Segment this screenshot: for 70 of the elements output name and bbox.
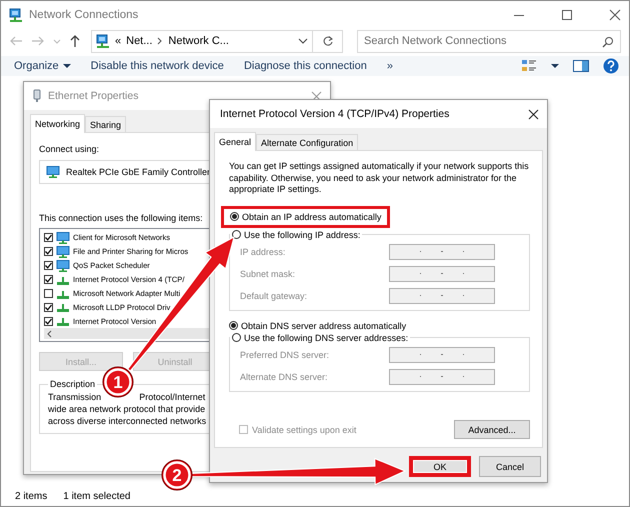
status-text: 2 items <box>15 490 48 502</box>
dialog-title: Internet Protocol Version 4 (TCP/IPv4) Properties <box>220 108 450 120</box>
checkbox[interactable] <box>44 289 53 298</box>
checkbox[interactable] <box>44 261 53 270</box>
adapter-icon <box>32 89 42 103</box>
field-label: Preferred DNS server: <box>240 350 330 360</box>
dropdown-chevron-icon[interactable] <box>298 36 308 46</box>
network-folder-icon <box>96 34 110 48</box>
help-icon[interactable] <box>603 58 619 74</box>
monitor-icon <box>46 166 60 178</box>
toolbar-button[interactable]: Diagnose this connection <box>240 60 370 72</box>
checkbox[interactable] <box>44 247 53 256</box>
field-label: Subnet mask: <box>240 268 296 278</box>
checkbox[interactable] <box>44 275 53 284</box>
caret-icon[interactable] <box>551 63 559 69</box>
protocol-icon <box>56 301 70 314</box>
close-icon[interactable] <box>609 8 621 20</box>
breadcrumb[interactable]: Network C... <box>168 35 229 47</box>
tab[interactable]: Alternate Configuration <box>256 134 358 150</box>
scroll-left-icon[interactable] <box>46 330 52 338</box>
label: Connect using: <box>39 143 100 155</box>
toolbar-button[interactable]: Disable this network device <box>88 60 227 72</box>
overflow-chevron[interactable]: « <box>115 35 122 47</box>
dialog-button[interactable]: OK <box>409 456 471 477</box>
up-arrow-icon[interactable] <box>69 34 81 48</box>
description-text: wide area network protocol that provide <box>48 403 206 415</box>
checkbox-label: Validate settings upon exit <box>252 424 356 434</box>
preview-pane-icon[interactable] <box>573 60 589 72</box>
step-number-marker: 2 <box>162 460 192 490</box>
tab[interactable]: General <box>214 132 256 151</box>
monitor-icon <box>56 232 70 244</box>
status-text: 1 item selected <box>63 490 130 502</box>
more-button[interactable]: » <box>384 60 396 72</box>
checkbox[interactable] <box>44 302 53 312</box>
field-label: IP address: <box>240 246 286 256</box>
description-text: Protocol/Internet <box>139 391 206 403</box>
address-bar[interactable]: « Net... Network C... <box>91 30 313 52</box>
refresh-icon <box>322 35 334 47</box>
dialog-button[interactable]: Cancel <box>479 456 541 477</box>
description-text: across diverse interconnected networks <box>48 415 206 427</box>
close-icon[interactable] <box>528 108 539 120</box>
radio-button[interactable]: Obtain DNS server address automatically <box>229 320 406 330</box>
network-folder-icon <box>9 8 23 22</box>
step-number-marker: 1 <box>102 366 134 398</box>
radio-button[interactable]: Obtain an IP address automatically <box>221 206 390 228</box>
breadcrumb[interactable]: Net... <box>126 35 152 47</box>
view-options-icon[interactable] <box>521 59 537 73</box>
adapter-name: Realtek PCIe GbE Family Controller <box>66 167 210 177</box>
chevron-right-icon <box>157 36 164 46</box>
tab[interactable]: Networking <box>30 114 86 133</box>
window-title: Network Connections <box>29 8 138 20</box>
monitor-icon <box>56 246 70 258</box>
search-icon[interactable] <box>602 36 614 48</box>
group-title: Description <box>49 379 96 389</box>
advanced-button[interactable]: Advanced... <box>454 420 530 439</box>
checkbox[interactable] <box>44 316 53 326</box>
refresh-button[interactable] <box>313 30 343 52</box>
monitor-icon <box>56 260 70 272</box>
checkbox[interactable] <box>44 233 53 242</box>
dialog-title: Ethernet Properties <box>48 90 138 102</box>
label: This connection uses the following items: <box>39 212 203 224</box>
protocol-icon <box>56 315 70 328</box>
search-field[interactable]: Search Network Connections <box>357 30 621 52</box>
field-label: Alternate DNS server: <box>240 372 329 382</box>
field-label: Default gateway: <box>240 290 308 300</box>
tab[interactable]: Sharing <box>85 116 126 132</box>
radio-button[interactable]: Use the following DNS server addresses: <box>232 332 408 342</box>
maximize-icon[interactable] <box>561 8 573 20</box>
toolbar-button[interactable]: Organize <box>11 60 74 72</box>
description-text: Transmission <box>48 391 102 403</box>
